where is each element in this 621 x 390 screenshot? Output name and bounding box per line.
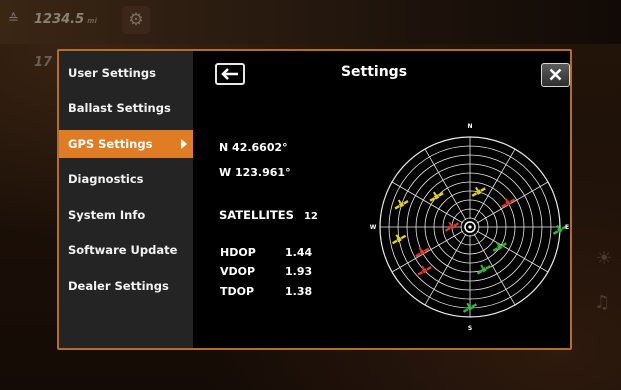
satellites-readout: SATELLITES 12 <box>219 208 318 222</box>
chevron-right-icon <box>181 139 187 149</box>
settings-menu: User Settings Ballast Settings GPS Setti… <box>59 51 193 348</box>
background-readout: 1234.5 mi <box>34 12 97 27</box>
satellite-marker-green <box>462 302 478 313</box>
skyplot-satellites <box>392 186 567 313</box>
skyplot-label-east: E <box>565 224 569 231</box>
music-note-icon: ♫ <box>594 292 611 313</box>
arrow-left-icon <box>221 68 238 80</box>
settings-dialog: User Settings Ballast Settings GPS Setti… <box>57 49 572 350</box>
satellite-marker-red <box>417 265 432 276</box>
tdop-value: 1.38 <box>285 285 313 298</box>
light-icon: ☀ <box>596 248 613 269</box>
gear-icon[interactable]: ⚙ <box>122 6 150 34</box>
menu-item-dealer-settings[interactable]: Dealer Settings <box>59 272 193 300</box>
skyplot-center-dot <box>468 225 472 229</box>
menu-item-gps-settings[interactable]: GPS Settings <box>59 130 193 158</box>
background-readout-value: 1234.5 <box>34 12 85 27</box>
skyplot-label-north: N <box>467 123 472 130</box>
tdop-label: TDOP <box>220 285 255 298</box>
latitude-value: N 42.6602° <box>219 141 288 154</box>
skyplot-label-west: W <box>370 224 377 231</box>
signal-icon: ≙ <box>8 12 19 27</box>
vdop-label: VDOP <box>220 265 256 278</box>
close-button[interactable] <box>541 63 570 87</box>
menu-item-ballast-settings[interactable]: Ballast Settings <box>59 94 193 122</box>
satellite-marker-red <box>501 197 516 208</box>
satellite-skyplot: N E S W <box>370 123 569 332</box>
satellite-marker-green <box>476 264 491 275</box>
page-title: Settings <box>340 64 408 80</box>
menu-item-software-update[interactable]: Software Update <box>59 236 193 264</box>
back-button[interactable] <box>215 63 245 85</box>
satellite-marker-red <box>444 221 460 232</box>
longitude-value: W 123.961° <box>219 166 291 179</box>
skyplot-label-south: S <box>468 325 472 332</box>
hdop-value: 1.44 <box>285 246 313 259</box>
menu-item-diagnostics[interactable]: Diagnostics <box>59 165 193 193</box>
menu-item-user-settings[interactable]: User Settings <box>59 59 193 87</box>
satellite-marker-yellow <box>471 186 486 197</box>
background-readout-unit: mi <box>87 17 97 25</box>
satellites-label: SATELLITES <box>219 208 294 222</box>
satellites-count: 12 <box>303 211 318 222</box>
menu-item-gps-settings-label: GPS Settings <box>68 137 153 151</box>
satellite-marker-red <box>415 247 430 258</box>
vdop-value: 1.93 <box>285 265 313 278</box>
background-readout-second: 17 <box>34 55 53 70</box>
close-x-icon <box>549 68 562 81</box>
menu-item-system-info[interactable]: System Info <box>59 201 193 229</box>
hdop-label: HDOP <box>220 246 256 259</box>
